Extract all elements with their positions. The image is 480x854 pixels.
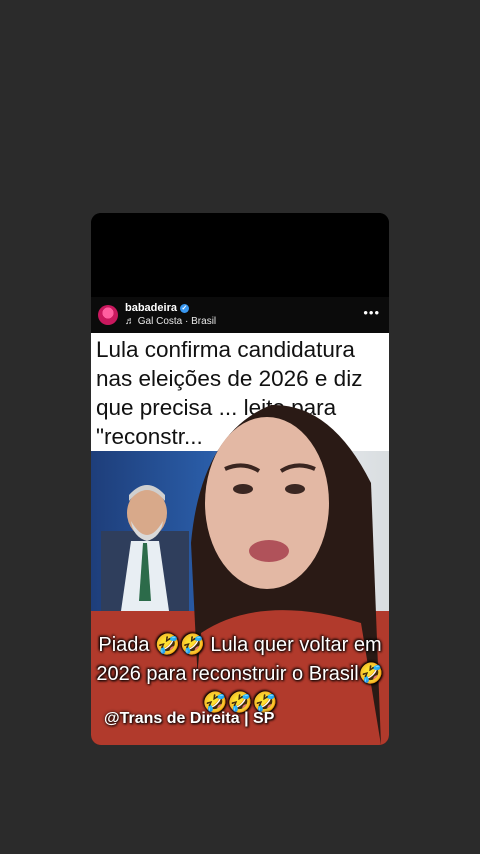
post-header: babadeira ✓ ♬ Gal Costa · Brasil •••	[91, 297, 389, 333]
username-text[interactable]: babadeira	[125, 302, 177, 314]
username[interactable]: babadeira ✓	[125, 302, 189, 314]
letterbox-top	[91, 213, 389, 297]
more-options-icon[interactable]: •••	[363, 305, 380, 320]
avatar[interactable]	[98, 305, 118, 325]
creator-credit: @Trans de Direita | SP	[104, 710, 275, 727]
story-card[interactable]: babadeira ✓ ♬ Gal Costa · Brasil ••• Lula…	[91, 213, 389, 745]
song-label[interactable]: ♬ Gal Costa · Brasil	[125, 316, 216, 327]
caption-overlay: Piada 🤣🤣 Lula quer voltar em 2026 para r…	[96, 634, 384, 714]
verified-badge-icon: ✓	[179, 304, 189, 313]
